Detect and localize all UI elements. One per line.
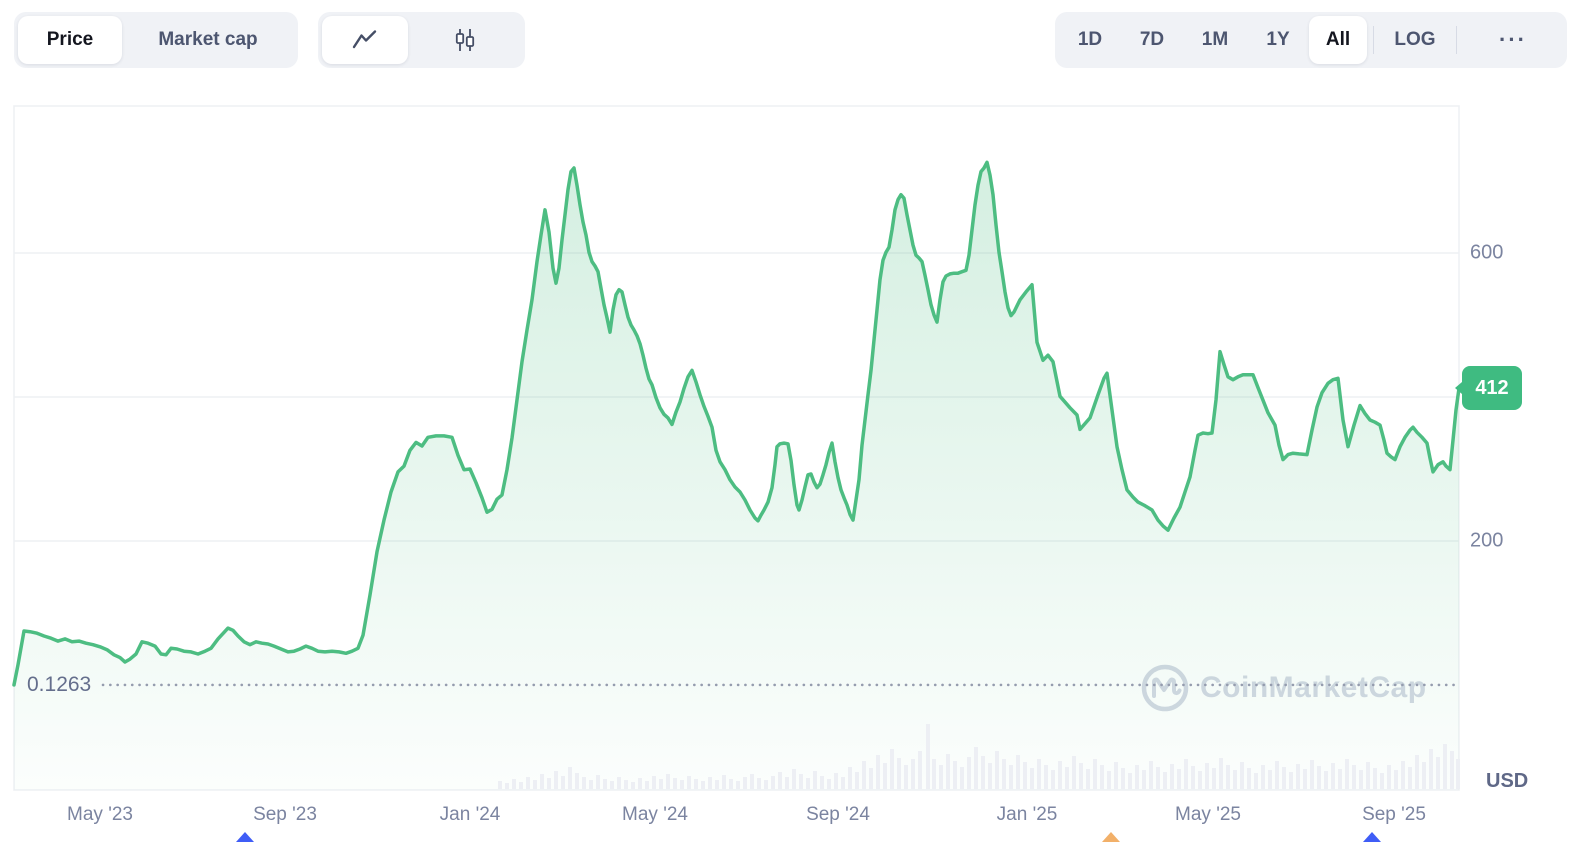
tab-price[interactable]: Price	[18, 16, 122, 64]
chart-type-toggle	[318, 12, 525, 68]
x-axis-tick: May '23	[67, 804, 133, 826]
tab-market-cap[interactable]: Market cap	[122, 16, 294, 64]
log-scale-button[interactable]: LOG	[1380, 16, 1450, 64]
line-chart-icon	[352, 29, 378, 51]
event-marker-triangle[interactable]	[1102, 832, 1120, 842]
current-price-badge: 412	[1462, 366, 1522, 410]
y-axis-tick-600: 600	[1470, 242, 1503, 265]
x-axis-tick: May '25	[1175, 804, 1241, 826]
range-1m-label: 1M	[1202, 29, 1228, 51]
x-axis-tick: Sep '25	[1362, 804, 1426, 826]
range-divider	[1373, 26, 1374, 54]
range-7d-label: 7D	[1140, 29, 1164, 51]
volume-bars	[498, 724, 1460, 789]
coinmarketcap-watermark: CoinMarketCap	[1140, 663, 1427, 713]
candlestick-chart-icon	[454, 28, 476, 52]
range-divider	[1456, 26, 1457, 54]
range-1d[interactable]: 1D	[1059, 16, 1121, 64]
range-1y[interactable]: 1Y	[1247, 16, 1309, 64]
x-axis-tick: Jan '24	[440, 804, 501, 826]
price-chart[interactable]	[0, 0, 1584, 840]
range-1y-label: 1Y	[1266, 29, 1289, 51]
range-selector: 1D 7D 1M 1Y All LOG ···	[1055, 12, 1567, 68]
coinmarketcap-logo-icon	[1140, 663, 1190, 713]
range-all[interactable]: All	[1309, 16, 1367, 64]
price-line	[14, 162, 1459, 685]
range-7d[interactable]: 7D	[1121, 16, 1183, 64]
x-axis-tick: May '24	[622, 804, 688, 826]
log-label: LOG	[1394, 29, 1435, 51]
more-options-button[interactable]: ···	[1463, 16, 1563, 64]
watermark-text: CoinMarketCap	[1200, 671, 1427, 705]
ellipsis-icon: ···	[1499, 27, 1527, 53]
x-axis-tick: Sep '23	[253, 804, 317, 826]
tab-price-label: Price	[47, 29, 93, 51]
baseline-price-label: 0.1263	[27, 673, 91, 697]
tab-market-cap-label: Market cap	[158, 29, 257, 51]
line-chart-button[interactable]	[322, 16, 408, 64]
event-marker-triangle[interactable]	[1363, 832, 1381, 842]
price-marketcap-toggle: Price Market cap	[14, 12, 298, 68]
range-1m[interactable]: 1M	[1183, 16, 1247, 64]
currency-label: USD	[1486, 770, 1528, 793]
event-marker-triangle[interactable]	[236, 832, 254, 842]
x-axis-tick: Sep '24	[806, 804, 870, 826]
x-axis-tick: Jan '25	[997, 804, 1058, 826]
y-axis-tick-200: 200	[1470, 530, 1503, 553]
range-all-label: All	[1326, 29, 1350, 51]
candlestick-chart-button[interactable]	[408, 16, 521, 64]
range-1d-label: 1D	[1078, 29, 1102, 51]
